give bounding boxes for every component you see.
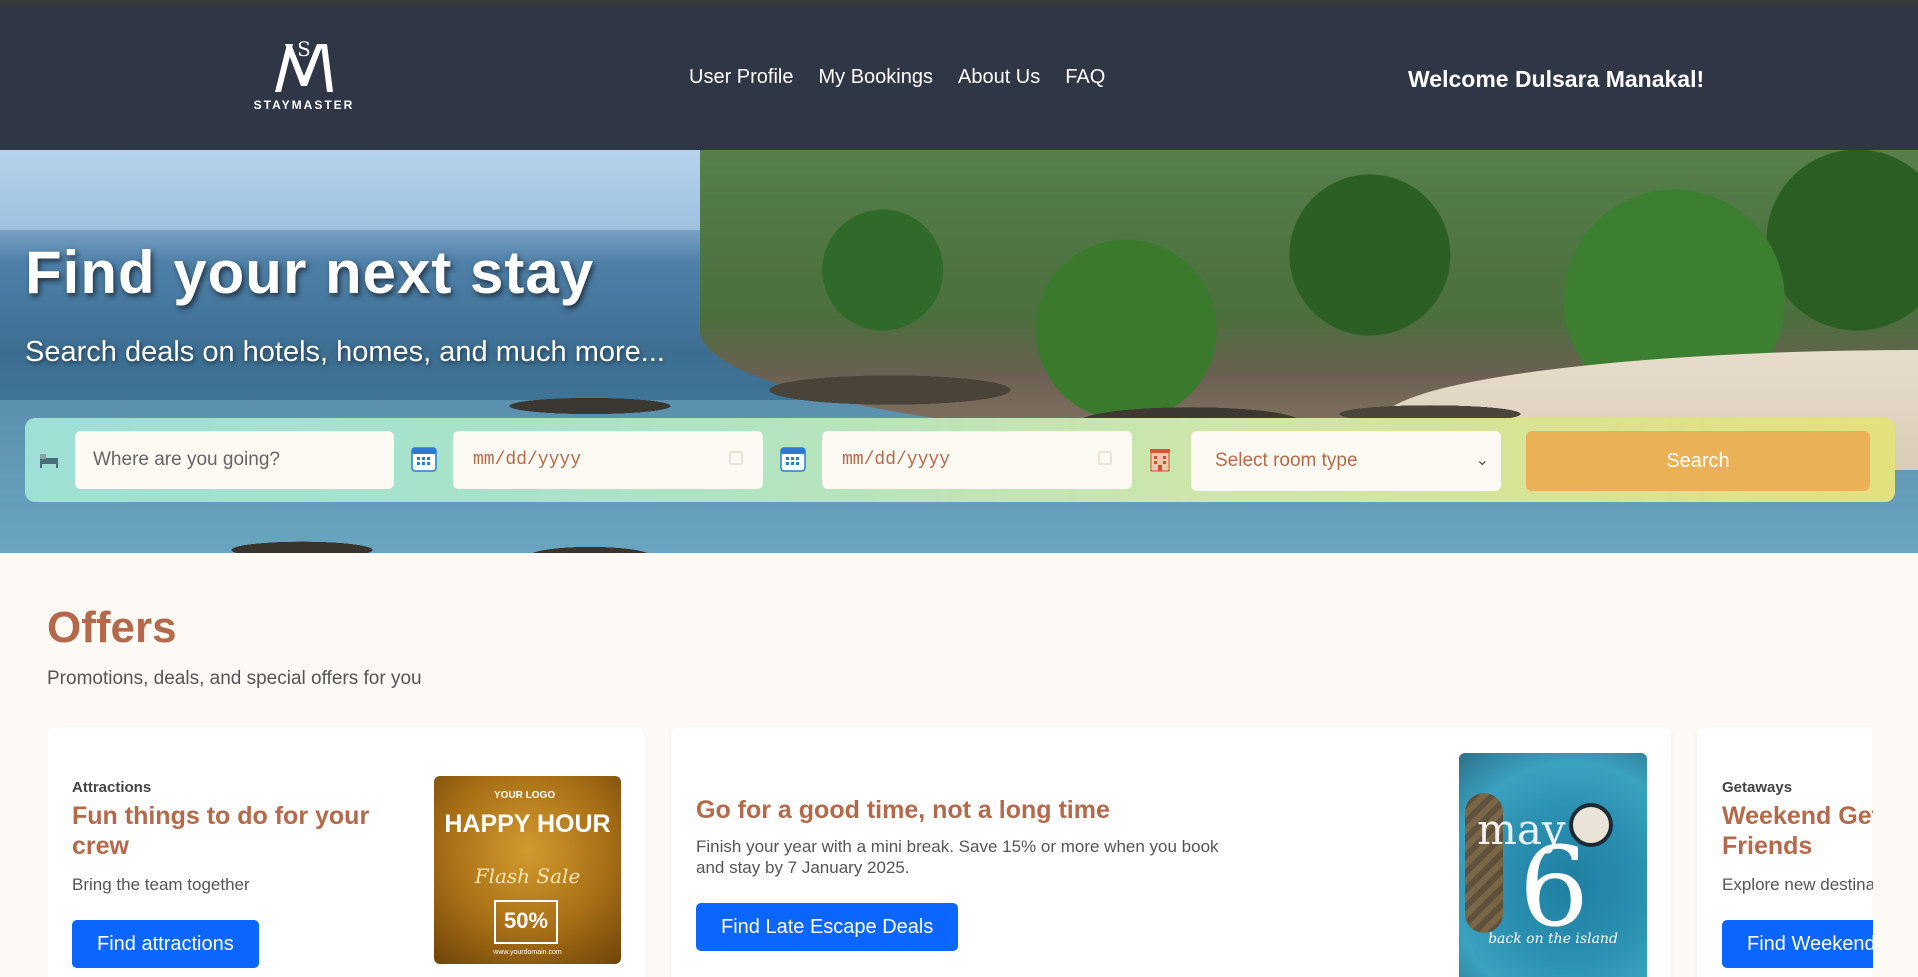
- checkin-date-input[interactable]: mm/dd/yyyy: [453, 431, 763, 489]
- hero-foreground-rocks: [230, 502, 710, 553]
- room-type-value: Select room type: [1215, 450, 1358, 471]
- find-weekend-deals-button[interactable]: Find Weekend Deals: [1722, 920, 1873, 968]
- offer-card-getaways: Getaways Weekend Getaways with Friends E…: [1697, 727, 1873, 977]
- hero-title: Find your next stay: [25, 239, 595, 306]
- logo-mark-icon: S: [275, 37, 333, 92]
- destination-input[interactable]: [75, 431, 394, 489]
- offers-subtitle: Promotions, deals, and special offers fo…: [47, 668, 422, 689]
- offer-tag: Getaways: [1722, 779, 1793, 796]
- checkout-date-value: mm/dd/yyyy: [842, 450, 951, 470]
- happy-hour-promo-image: YOUR LOGO HAPPY HOUR Flash Sale 50% www.…: [434, 776, 621, 964]
- offer-card-late-escape: Go for a good time, not a long time Fini…: [671, 727, 1671, 977]
- hero-subtitle: Search deals on hotels, homes, and much …: [25, 336, 665, 368]
- search-bar: mm/dd/yyyy mm/dd/yyyy Select room type ⌄…: [25, 418, 1895, 502]
- calendar-icon: [411, 446, 437, 472]
- nav-user-profile[interactable]: User Profile: [689, 66, 793, 89]
- may-island-promo-image: may 6 back on the island: [1459, 753, 1647, 977]
- search-button[interactable]: Search: [1526, 431, 1870, 491]
- find-late-escape-deals-button[interactable]: Find Late Escape Deals: [696, 903, 959, 951]
- promo-tagline: back on the island: [1488, 931, 1618, 947]
- staymaster-logo[interactable]: S STAYMASTER: [248, 36, 360, 112]
- find-attractions-button[interactable]: Find attractions: [72, 920, 259, 968]
- chevron-down-icon: ⌄: [1475, 452, 1489, 469]
- nav-about-us[interactable]: About Us: [958, 66, 1040, 89]
- checkout-date-input[interactable]: mm/dd/yyyy: [822, 431, 1132, 489]
- hero-banner: Find your next stay Search deals on hote…: [0, 150, 1918, 553]
- promo-url: www.yourdomain.com: [493, 949, 562, 956]
- promo-script: Flash Sale: [474, 864, 581, 888]
- welcome-message: Welcome Dulsara Manakal!: [1408, 66, 1705, 92]
- checkin-picker-icon[interactable]: [729, 451, 743, 465]
- offer-card-attractions: Attractions Fun things to do for your cr…: [47, 727, 645, 977]
- checkout-picker-icon[interactable]: [1098, 451, 1112, 465]
- promo-logo-text: YOUR LOGO: [494, 790, 556, 801]
- nav-faq[interactable]: FAQ: [1065, 66, 1105, 89]
- offer-description: Finish your year with a mini break. Save…: [696, 837, 1219, 877]
- offer-title: Go for a good time, not a long time: [696, 796, 1110, 824]
- brand-name: STAYMASTER: [253, 98, 355, 112]
- hotel-icon: [1147, 446, 1173, 472]
- promo-discount: 50%: [494, 900, 558, 944]
- room-type-select[interactable]: Select room type ⌄: [1191, 431, 1501, 491]
- calendar-icon: [780, 446, 806, 472]
- bed-icon: [37, 446, 63, 472]
- svg-text:S: S: [297, 37, 311, 61]
- offer-title: Fun things to do for your crew: [72, 802, 370, 860]
- offer-description: Bring the team together: [72, 875, 250, 894]
- offers-carousel: Attractions Fun things to do for your cr…: [47, 727, 1873, 977]
- offer-description: Explore new destinations: [1722, 875, 1873, 894]
- main-nav: User Profile My Bookings About Us FAQ: [689, 66, 1105, 89]
- site-header: S STAYMASTER User Profile My Bookings Ab…: [0, 6, 1918, 150]
- offer-title: Weekend Getaways with Friends: [1722, 802, 1873, 860]
- nav-my-bookings[interactable]: My Bookings: [818, 66, 933, 89]
- offers-title: Offers: [47, 603, 177, 652]
- offer-tag: Attractions: [72, 779, 152, 796]
- checkin-date-value: mm/dd/yyyy: [473, 450, 582, 470]
- promo-headline: HAPPY HOUR: [444, 810, 611, 838]
